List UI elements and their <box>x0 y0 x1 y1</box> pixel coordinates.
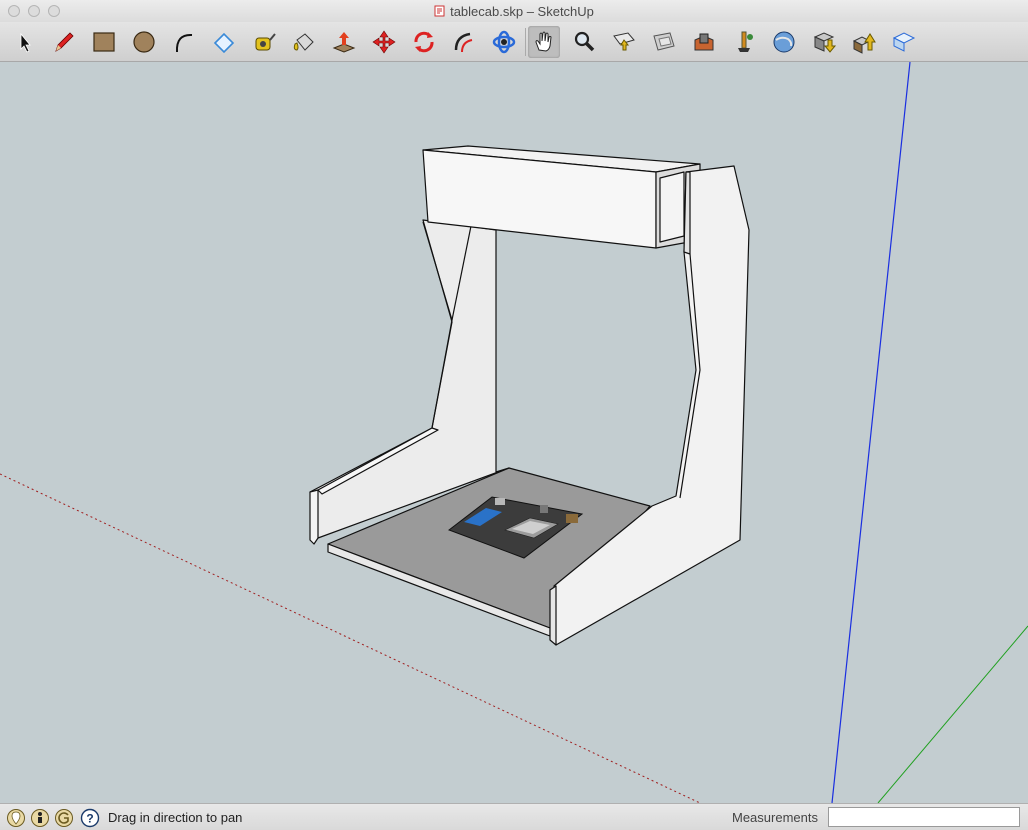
person-icon <box>31 809 49 827</box>
eraser-icon <box>213 32 235 54</box>
share-model-tool-button[interactable] <box>848 26 880 58</box>
orbit-icon <box>492 30 516 54</box>
share-model-icon <box>852 33 876 54</box>
zoom-extents-icon <box>613 32 635 51</box>
title-group: tablecab.skp – SketchUp <box>434 4 594 19</box>
circle-icon <box>133 31 155 53</box>
previous-view-icon <box>653 32 675 51</box>
push-pull-icon <box>332 32 356 53</box>
measurements-label: Measurements <box>732 810 818 825</box>
orbit-tool-button[interactable] <box>488 26 520 58</box>
status-bar: ? Drag in direction to pan Measurements <box>0 803 1028 830</box>
svg-text:?: ? <box>86 812 93 826</box>
tape-measure-tool-button[interactable] <box>248 26 280 58</box>
pencil-tool-button[interactable] <box>48 26 80 58</box>
credits-button[interactable] <box>30 808 50 828</box>
push-pull-tool-button[interactable] <box>328 26 360 58</box>
follow-me-icon <box>454 32 473 53</box>
motherboard-heatsink <box>495 498 505 505</box>
status-hint: Drag in direction to pan <box>108 810 243 825</box>
skp-document-icon <box>434 5 445 17</box>
model-scene[interactable] <box>0 62 1028 803</box>
arrow-icon <box>20 32 31 53</box>
hand-icon <box>535 31 552 52</box>
blue-axis-line <box>831 62 911 803</box>
zoom-window-button[interactable] <box>48 5 60 17</box>
pencil-icon <box>55 32 74 52</box>
arc-tool-button[interactable] <box>168 26 200 58</box>
cabinet-model[interactable] <box>309 145 750 646</box>
extension-tool-button[interactable] <box>728 26 760 58</box>
pan-tool-button[interactable] <box>528 26 560 58</box>
rotate-tool-button[interactable] <box>408 26 440 58</box>
zoom-extents-tool-button[interactable] <box>608 26 640 58</box>
globe-icon <box>773 31 795 53</box>
minimize-window-button[interactable] <box>28 5 40 17</box>
get-models-icon <box>813 32 837 53</box>
geolocation-icon <box>7 809 25 827</box>
warehouse-tool-button[interactable] <box>688 26 720 58</box>
sign-in-button[interactable] <box>54 808 74 828</box>
paint-bucket-tool-button[interactable] <box>288 26 320 58</box>
main-toolbar <box>0 22 1028 62</box>
model-viewport[interactable] <box>0 62 1028 803</box>
help-icon: ? <box>80 808 100 828</box>
toolbar-separator <box>525 28 526 56</box>
title-bar: tablecab.skp – SketchUp <box>0 0 1028 22</box>
green-axis-line <box>877 625 1028 803</box>
zoom-tool-button[interactable] <box>568 26 600 58</box>
motherboard-port <box>540 505 548 513</box>
extension-icon <box>738 31 753 52</box>
eraser-tool-button[interactable] <box>208 26 240 58</box>
sketchup-window: tablecab.skp – SketchUp ? Drag in direct… <box>0 0 1028 830</box>
layout-icon <box>892 32 916 52</box>
rectangle-icon <box>93 32 115 52</box>
circle-tool-button[interactable] <box>128 26 160 58</box>
arc-icon <box>175 33 193 53</box>
follow-me-tool-button[interactable] <box>448 26 480 58</box>
move-tool-button[interactable] <box>368 26 400 58</box>
rotate-icon <box>414 31 434 53</box>
motherboard-connector <box>566 514 578 523</box>
warehouse-icon <box>694 33 714 51</box>
layout-tool-button[interactable] <box>888 26 920 58</box>
get-models-tool-button[interactable] <box>808 26 840 58</box>
right-panel-front-edge <box>549 585 557 646</box>
magnifier-icon <box>574 31 595 52</box>
tape-measure-icon <box>255 33 276 51</box>
measurements-input[interactable] <box>828 807 1020 827</box>
rectangle-tool-button[interactable] <box>88 26 120 58</box>
close-window-button[interactable] <box>8 5 20 17</box>
previous-view-tool-button[interactable] <box>648 26 680 58</box>
window-title: tablecab.skp – SketchUp <box>450 3 594 19</box>
select-tool-button[interactable] <box>8 26 40 58</box>
instructor-button[interactable]: ? <box>80 808 100 828</box>
paint-bucket-icon <box>293 33 314 51</box>
geolocation-button[interactable] <box>6 808 26 828</box>
google-earth-tool-button[interactable] <box>768 26 800 58</box>
move-icon <box>372 30 396 54</box>
left-panel-edge <box>309 489 319 545</box>
google-g-icon <box>55 809 73 827</box>
marquee-end-opening <box>659 171 685 243</box>
